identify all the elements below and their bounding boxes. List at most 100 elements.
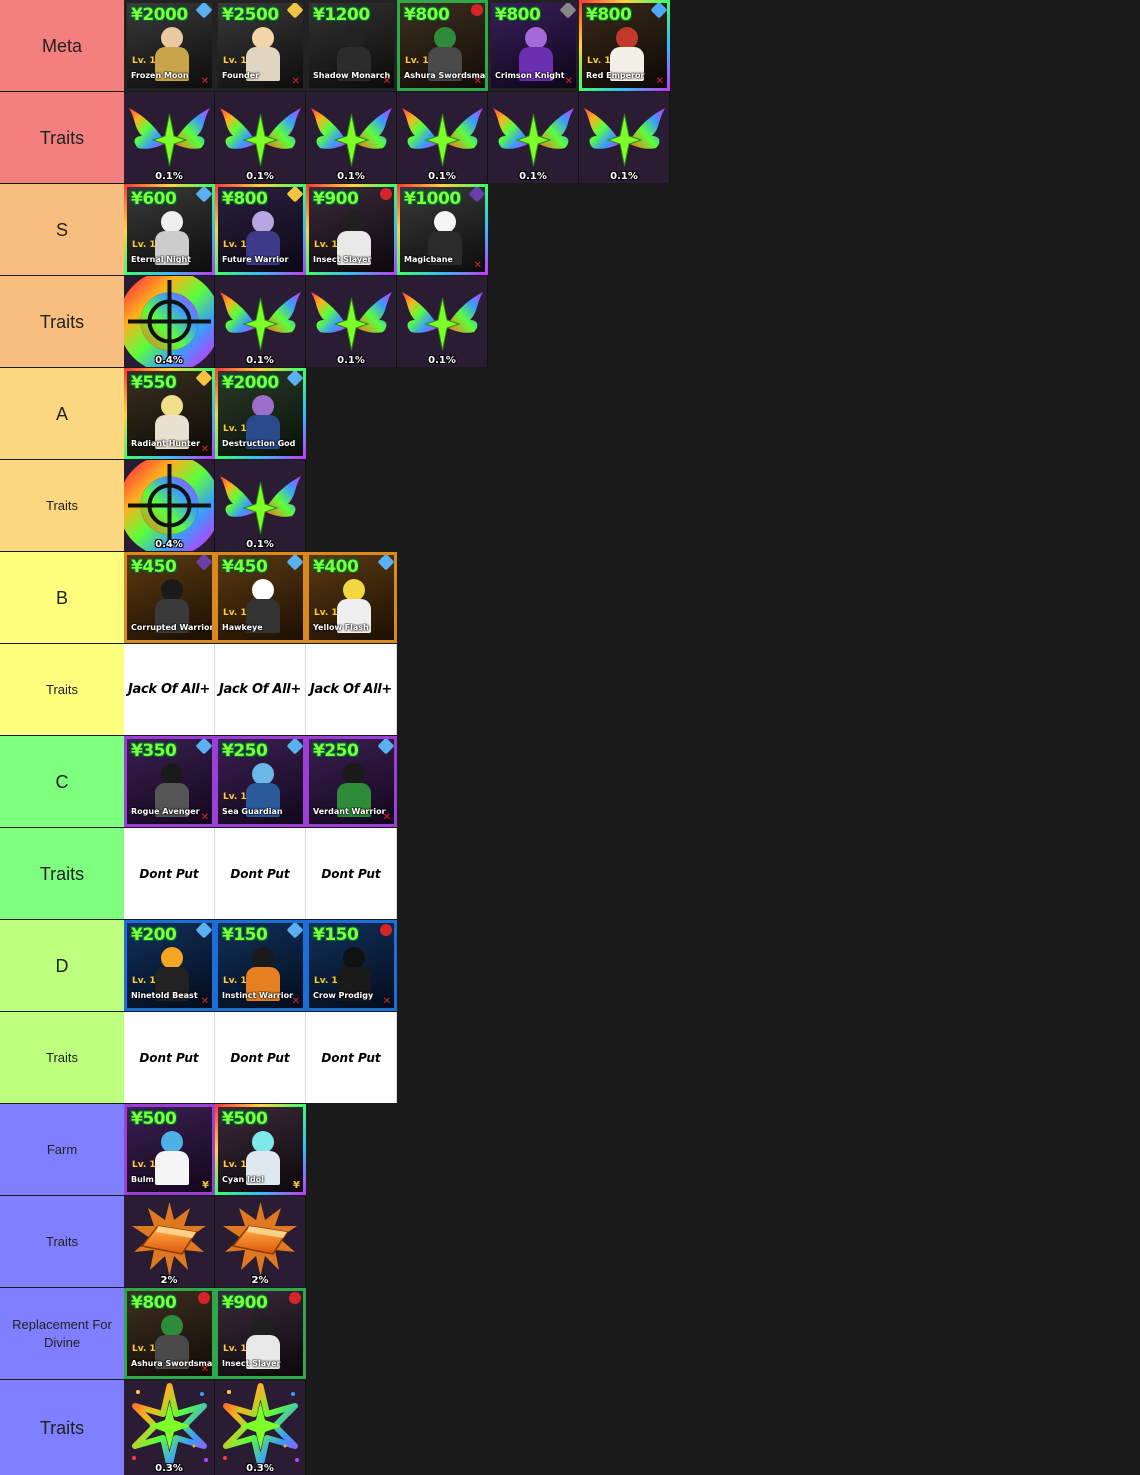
unit-card[interactable]: ¥250 Lv. 1 Sea Guardian (215, 736, 306, 827)
trait-card[interactable]: 0.1% (215, 276, 306, 367)
trait-card[interactable]: 0.1% (397, 92, 488, 183)
unit-card[interactable]: ¥800 Lv. 1 Red Emperor ✕ (579, 0, 670, 91)
unit-name: Cyan Idol (222, 1175, 264, 1184)
trait-chance: 0.1% (246, 355, 274, 366)
unit-card[interactable]: ¥450 Lv. 1 Hawkeye (215, 552, 306, 643)
unit-card[interactable]: ¥800 Lv. 1 Ashura Swordsman ✕ (397, 0, 488, 91)
gold-bar-icon (124, 1196, 215, 1287)
unit-card[interactable]: ¥800 Lv. 1 Future Warrior (215, 184, 306, 275)
tier-label[interactable]: B (0, 552, 124, 643)
unit-card[interactable]: ¥2500 Lv. 1 Founder ✕ (215, 0, 306, 91)
unit-cost: ¥250 (313, 741, 359, 761)
tier-label[interactable]: A (0, 368, 124, 459)
unit-card[interactable]: ¥250 Verdant Warrior ✕ (306, 736, 397, 827)
trait-card[interactable]: 0.1% (306, 92, 397, 183)
tier-items: Dont Put Dont Put Dont Put (124, 828, 397, 919)
tier-label[interactable]: Farm (0, 1104, 124, 1195)
unit-card[interactable]: ¥1200 Shadow Monarch ✕ (306, 0, 397, 91)
trait-text-card[interactable]: Dont Put (215, 828, 306, 919)
unit-card[interactable]: ¥900 Lv. 1 Insect Slayer (306, 184, 397, 275)
trait-text-card[interactable]: Dont Put (124, 828, 215, 919)
unit-card[interactable]: ¥150 Lv. 1 Crow Prodigy ✕ (306, 920, 397, 1011)
unit-card[interactable]: ¥500 Lv. 1 Cyan Idol ¥ (215, 1104, 306, 1195)
trait-card[interactable]: 2% (215, 1196, 306, 1287)
trait-text-card[interactable]: Dont Put (215, 1012, 306, 1103)
unit-cost: ¥800 (495, 5, 541, 25)
tier-label[interactable]: Traits (0, 1196, 124, 1287)
trait-card[interactable]: 2% (124, 1196, 215, 1287)
lightning-icon (195, 923, 212, 939)
unit-card[interactable]: ¥2000 Lv. 1 Destruction God (215, 368, 306, 459)
trait-chance: 2% (160, 1275, 178, 1286)
tier-label[interactable]: D (0, 920, 124, 1011)
element-icon (286, 555, 303, 571)
tier-label[interactable]: Replacement For Divine (0, 1288, 124, 1379)
trait-text-card[interactable]: Jack Of All+ (215, 644, 306, 735)
unit-card[interactable]: ¥350 Rogue Avenger ✕ (124, 736, 215, 827)
trait-card[interactable]: 0.1% (124, 92, 215, 183)
trait-card[interactable]: 0.4% (124, 460, 215, 551)
unit-card[interactable]: ¥550 Radiant Hunter ✕ (124, 368, 215, 459)
trait-card[interactable]: 0.1% (579, 92, 670, 183)
rainbow-wings-icon (124, 92, 215, 183)
element-icon (195, 371, 212, 387)
tier-row-traits: Traits Dont Put Dont Put Dont Put (0, 828, 1140, 919)
tier-label[interactable]: Traits (0, 1012, 124, 1103)
trait-card[interactable]: 0.1% (488, 92, 579, 183)
unit-card[interactable]: ¥2000 Lv. 1 Frozen Moon ✕ (124, 0, 215, 91)
unit-cost: ¥2500 (222, 5, 279, 25)
unit-card[interactable]: ¥450 Corrupted Warrior (124, 552, 215, 643)
trait-text-card[interactable]: Jack Of All+ (124, 644, 215, 735)
trait-card[interactable]: 0.1% (397, 276, 488, 367)
unit-level: Lv. 1 (223, 1160, 247, 1170)
tier-row-s: S ¥600 Lv. 1 Eternal Night ¥800 Lv. 1 Fu… (0, 184, 1140, 275)
trait-card[interactable]: 0.4% (124, 276, 215, 367)
trait-card[interactable]: 0.3% (124, 1380, 215, 1475)
unit-cost: ¥500 (131, 1109, 177, 1129)
unit-card[interactable]: ¥600 Lv. 1 Eternal Night (124, 184, 215, 275)
trait-chance: 0.4% (155, 355, 183, 366)
unit-name: Future Warrior (222, 255, 289, 264)
cross-icon: ✕ (382, 812, 391, 823)
unit-level: Lv. 1 (314, 608, 338, 618)
unit-level: Lv. 1 (587, 56, 611, 66)
tier-label[interactable]: Traits (0, 644, 124, 735)
rainbow-wings-icon (488, 92, 579, 183)
trait-card[interactable]: 0.1% (215, 460, 306, 551)
unit-card[interactable]: ¥200 Lv. 1 Ninetold Beast ✕ (124, 920, 215, 1011)
unit-card[interactable]: ¥500 Lv. 1 Bulm ¥ (124, 1104, 215, 1195)
tier-items: 2% 2% (124, 1196, 306, 1287)
unit-level: Lv. 1 (223, 424, 247, 434)
unit-card[interactable]: ¥800 Lv. 1 Ashura Swordsman ✕ (124, 1288, 215, 1379)
tier-label[interactable]: Meta (0, 0, 124, 91)
unit-card[interactable]: ¥1000 Magicbane ✕ (397, 184, 488, 275)
unit-cost: ¥350 (131, 741, 177, 761)
unit-card[interactable]: ¥900 Lv. 1 Insect Slayer (215, 1288, 306, 1379)
tier-label[interactable]: Traits (0, 828, 124, 919)
unit-card[interactable]: ¥800 Crimson Knight ✕ (488, 0, 579, 91)
tier-label[interactable]: S (0, 184, 124, 275)
tier-label[interactable]: Traits (0, 1380, 124, 1475)
trait-text-card[interactable]: Dont Put (306, 828, 397, 919)
tier-items: Jack Of All+ Jack Of All+ Jack Of All+ (124, 644, 397, 735)
trait-card[interactable]: 0.3% (215, 1380, 306, 1475)
element-icon (650, 3, 667, 19)
trait-text-card[interactable]: Jack Of All+ (306, 644, 397, 735)
unit-cost: ¥550 (131, 373, 177, 393)
unit-name: Hawkeye (222, 623, 263, 632)
tier-label[interactable]: Traits (0, 92, 124, 183)
tier-label[interactable]: C (0, 736, 124, 827)
unit-cost: ¥600 (131, 189, 177, 209)
tier-items: 0.1% 0.1% 0.1% 0.1% 0.1% 0.1% (124, 92, 670, 183)
trait-card[interactable]: 0.1% (306, 276, 397, 367)
unit-card[interactable]: ¥150 Lv. 1 Instinct Warrior ✕ (215, 920, 306, 1011)
unit-level: Lv. 1 (223, 792, 247, 802)
tier-label[interactable]: Traits (0, 460, 124, 551)
trait-chance: 0.3% (246, 1463, 274, 1474)
tier-label[interactable]: Traits (0, 276, 124, 367)
unit-card[interactable]: ¥400 Lv. 1 Yellow Flash (306, 552, 397, 643)
rainbow-wings-icon (215, 92, 306, 183)
trait-text-card[interactable]: Dont Put (124, 1012, 215, 1103)
trait-card[interactable]: 0.1% (215, 92, 306, 183)
trait-text-card[interactable]: Dont Put (306, 1012, 397, 1103)
